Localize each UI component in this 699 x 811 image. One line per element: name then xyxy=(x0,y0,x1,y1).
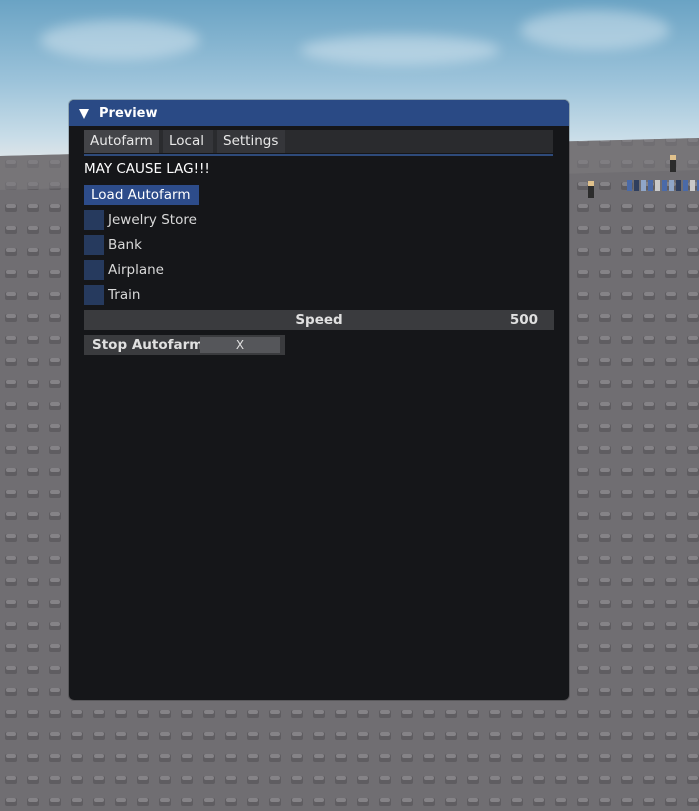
checkbox-jewelry-store[interactable]: Jewelry Store xyxy=(84,210,197,230)
checkbox-label: Train xyxy=(108,287,141,303)
tab-settings[interactable]: Settings xyxy=(217,130,285,153)
checkbox-label: Jewelry Store xyxy=(108,212,197,228)
stop-autofarm-key-button[interactable]: X xyxy=(200,337,280,353)
tab-underline xyxy=(84,154,553,156)
checkbox-label: Airplane xyxy=(108,262,164,278)
player-avatar xyxy=(670,155,676,172)
preview-window: Preview Autofarm Local Settings MAY CAUS… xyxy=(69,100,569,700)
checkbox-train[interactable]: Train xyxy=(84,285,140,305)
speed-slider-label: Speed xyxy=(295,312,343,328)
tab-bar: Autofarm Local Settings xyxy=(84,130,553,153)
triangle-down-icon[interactable] xyxy=(79,108,89,119)
player-avatar xyxy=(588,181,594,198)
tab-local[interactable]: Local xyxy=(163,130,213,153)
npc-group xyxy=(627,180,699,191)
window-title: Preview xyxy=(99,105,158,121)
checkbox-airplane[interactable]: Airplane xyxy=(84,260,164,280)
load-autofarm-button[interactable]: Load Autofarm xyxy=(84,185,199,205)
checkbox[interactable] xyxy=(84,260,104,280)
stop-autofarm-keybind: Stop Autofarm X xyxy=(84,335,285,355)
checkbox[interactable] xyxy=(84,285,104,305)
speed-slider[interactable]: Speed 500 xyxy=(84,310,554,330)
stop-autofarm-label: Stop Autofarm xyxy=(92,337,204,353)
game-viewport: Preview Autofarm Local Settings MAY CAUS… xyxy=(0,0,699,811)
lag-warning-text: MAY CAUSE LAG!!! xyxy=(84,161,210,177)
checkbox[interactable] xyxy=(84,210,104,230)
checkbox-label: Bank xyxy=(108,237,142,253)
checkbox-bank[interactable]: Bank xyxy=(84,235,142,255)
speed-slider-value: 500 xyxy=(509,312,538,328)
checkbox[interactable] xyxy=(84,235,104,255)
tab-autofarm[interactable]: Autofarm xyxy=(84,130,159,153)
window-title-bar[interactable]: Preview xyxy=(69,100,569,126)
